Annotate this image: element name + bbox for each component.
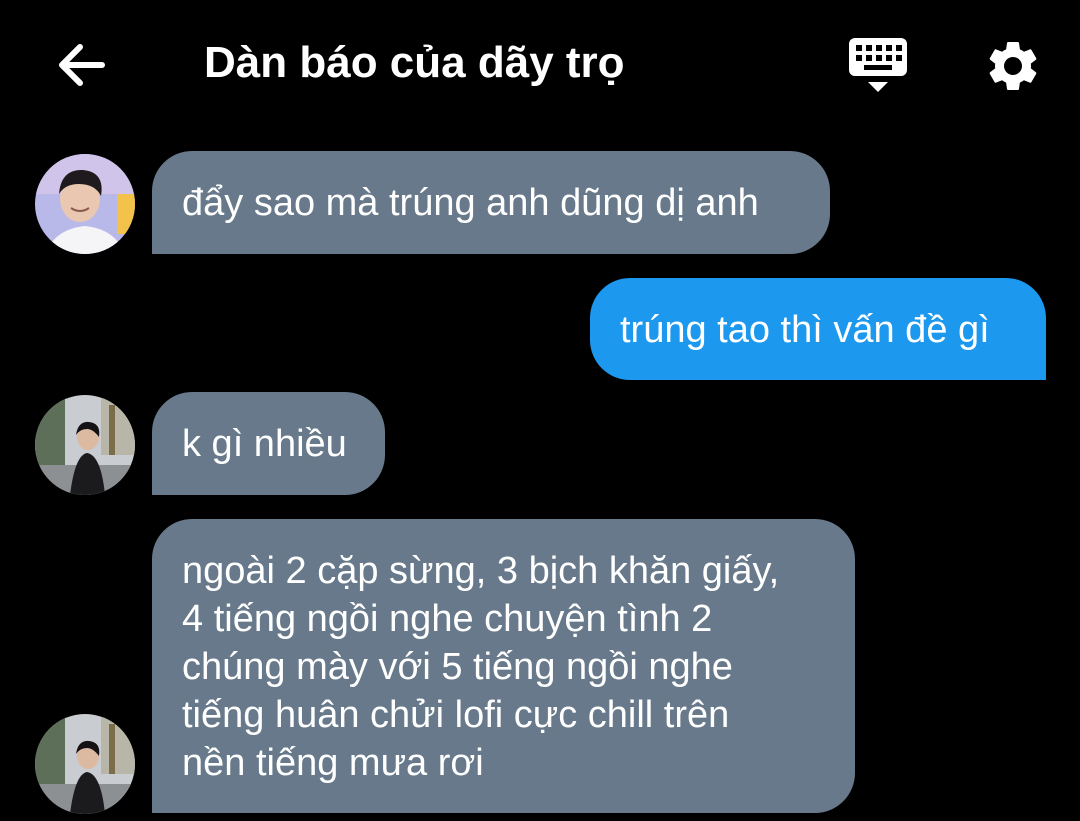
chat-header: Dàn báo của dãy trọ — [0, 0, 1080, 125]
gear-icon — [989, 42, 1037, 90]
avatar[interactable] — [35, 395, 135, 495]
message-text-line: nền tiếng mưa rơi — [182, 742, 484, 784]
conversation-title: Dàn báo của dãy trọ — [204, 38, 625, 87]
avatar-photo-2 — [35, 714, 135, 814]
message-bubble[interactable]: ngoài 2 cặp sừng, 3 bịch khăn giấy, 4 ti… — [152, 519, 855, 813]
keyboard-icon — [849, 38, 907, 92]
message-text-line: 4 tiếng ngồi nghe chuyện tình 2 — [182, 598, 713, 640]
message-text: trúng tao thì vấn đề gì — [620, 309, 990, 351]
message-text: đẩy sao mà trúng anh dũng dị anh — [182, 182, 759, 224]
avatar[interactable] — [35, 714, 135, 814]
message-text-line: tiếng huân chửi lofi cực chill trên — [182, 694, 730, 736]
back-button[interactable] — [50, 35, 110, 95]
message-text: k gì nhiều — [182, 423, 347, 465]
message-text-line: ngoài 2 cặp sừng, 3 bịch khăn giấy, — [182, 550, 780, 592]
settings-button[interactable] — [982, 36, 1044, 96]
message-bubble[interactable]: k gì nhiều — [152, 392, 385, 495]
keyboard-button[interactable] — [846, 36, 910, 96]
avatar-photo-1 — [35, 154, 135, 254]
avatar-photo-2 — [35, 395, 135, 495]
message-text-line: chúng mày với 5 tiếng ngồi nghe — [182, 646, 733, 688]
message-bubble[interactable]: đẩy sao mà trúng anh dũng dị anh — [152, 151, 830, 254]
message-bubble[interactable]: trúng tao thì vấn đề gì — [590, 278, 1046, 380]
arrow-left-icon — [59, 44, 105, 86]
avatar[interactable] — [35, 154, 135, 254]
